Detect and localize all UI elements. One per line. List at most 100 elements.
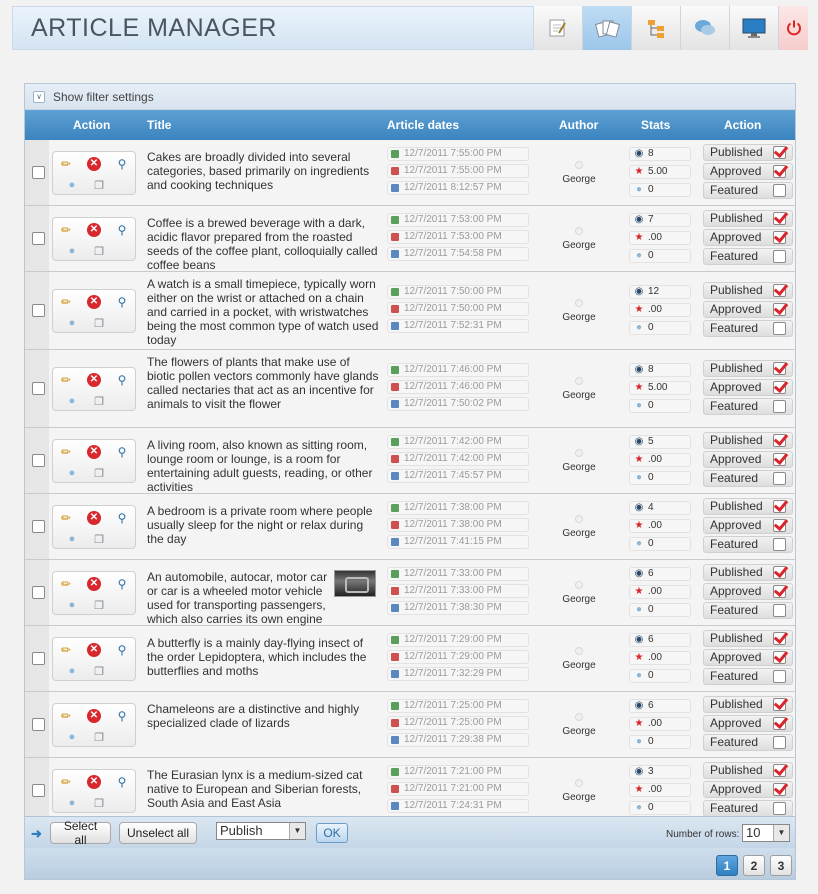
power-icon[interactable] [778, 6, 808, 50]
row-select-checkbox[interactable] [32, 381, 45, 395]
published-toggle[interactable]: Published [703, 564, 793, 581]
row-select-checkbox[interactable] [32, 303, 45, 317]
filter-toggle[interactable]: ∨ Show filter settings [25, 84, 795, 110]
published-checkbox[interactable] [773, 500, 786, 513]
approved-toggle[interactable]: Approved [703, 379, 793, 396]
featured-checkbox[interactable] [773, 670, 786, 683]
featured-checkbox[interactable] [773, 250, 786, 263]
delete-icon[interactable]: ✕ [85, 707, 103, 725]
featured-toggle[interactable]: Featured [703, 320, 793, 337]
row-select-checkbox[interactable] [32, 519, 45, 533]
copy-icon[interactable]: ❐ [90, 392, 108, 410]
published-checkbox[interactable] [773, 434, 786, 447]
featured-checkbox[interactable] [773, 604, 786, 617]
comment-icon[interactable]: ● [63, 314, 81, 332]
delete-icon[interactable]: ✕ [85, 773, 103, 791]
comment-icon[interactable]: ● [63, 176, 81, 194]
preview-icon[interactable]: ⚲ [113, 155, 131, 173]
comment-icon[interactable]: ● [63, 530, 81, 548]
approved-toggle[interactable]: Approved [703, 517, 793, 534]
approved-checkbox[interactable] [773, 231, 786, 244]
page-1-button[interactable]: 1 [716, 855, 738, 876]
articles-icon[interactable] [582, 6, 631, 50]
copy-icon[interactable]: ❐ [90, 728, 108, 746]
approved-toggle[interactable]: Approved [703, 781, 793, 798]
published-toggle[interactable]: Published [703, 210, 793, 227]
preview-icon[interactable]: ⚲ [113, 575, 131, 593]
ok-button[interactable]: OK [316, 823, 348, 843]
featured-toggle[interactable]: Featured [703, 182, 793, 199]
published-toggle[interactable]: Published [703, 360, 793, 377]
comment-icon[interactable]: ● [63, 728, 81, 746]
edit-icon[interactable]: ✏ [57, 155, 75, 173]
comment-icon[interactable]: ● [63, 662, 81, 680]
published-toggle[interactable]: Published [703, 762, 793, 779]
approved-toggle[interactable]: Approved [703, 163, 793, 180]
approved-checkbox[interactable] [773, 381, 786, 394]
published-checkbox[interactable] [773, 764, 786, 777]
featured-checkbox[interactable] [773, 184, 786, 197]
row-select-checkbox[interactable] [32, 717, 45, 731]
approved-checkbox[interactable] [773, 165, 786, 178]
preview-icon[interactable]: ⚲ [113, 707, 131, 725]
copy-icon[interactable]: ❐ [90, 242, 108, 260]
row-select-checkbox[interactable] [32, 651, 45, 665]
featured-toggle[interactable]: Featured [703, 536, 793, 553]
published-toggle[interactable]: Published [703, 432, 793, 449]
preview-icon[interactable]: ⚲ [113, 443, 131, 461]
edit-icon[interactable]: ✏ [57, 509, 75, 527]
featured-toggle[interactable]: Featured [703, 800, 793, 817]
page-3-button[interactable]: 3 [770, 855, 792, 876]
featured-toggle[interactable]: Featured [703, 248, 793, 265]
featured-toggle[interactable]: Featured [703, 668, 793, 685]
featured-toggle[interactable]: Featured [703, 398, 793, 415]
featured-checkbox[interactable] [773, 322, 786, 335]
featured-toggle[interactable]: Featured [703, 734, 793, 751]
published-toggle[interactable]: Published [703, 144, 793, 161]
monitor-icon[interactable] [729, 6, 778, 50]
comment-icon[interactable]: ● [63, 464, 81, 482]
comment-icon[interactable]: ● [63, 242, 81, 260]
delete-icon[interactable]: ✕ [85, 155, 103, 173]
featured-checkbox[interactable] [773, 736, 786, 749]
delete-icon[interactable]: ✕ [85, 371, 103, 389]
delete-icon[interactable]: ✕ [85, 641, 103, 659]
featured-checkbox[interactable] [773, 802, 786, 815]
categories-icon[interactable] [631, 6, 680, 50]
approved-checkbox[interactable] [773, 519, 786, 532]
row-select-checkbox[interactable] [32, 453, 45, 467]
edit-icon[interactable]: ✏ [57, 293, 75, 311]
featured-toggle[interactable]: Featured [703, 470, 793, 487]
published-toggle[interactable]: Published [703, 282, 793, 299]
published-checkbox[interactable] [773, 632, 786, 645]
approved-checkbox[interactable] [773, 453, 786, 466]
approved-toggle[interactable]: Approved [703, 301, 793, 318]
copy-icon[interactable]: ❐ [90, 314, 108, 332]
bulk-action-select[interactable]: Publish ▼ [216, 822, 306, 840]
select-all-button[interactable]: Select all [50, 819, 111, 847]
approved-checkbox[interactable] [773, 303, 786, 316]
preview-icon[interactable]: ⚲ [113, 773, 131, 791]
copy-icon[interactable]: ❐ [90, 794, 108, 812]
edit-icon[interactable]: ✏ [57, 371, 75, 389]
delete-icon[interactable]: ✕ [85, 293, 103, 311]
approved-toggle[interactable]: Approved [703, 583, 793, 600]
published-checkbox[interactable] [773, 362, 786, 375]
row-select-checkbox[interactable] [32, 231, 45, 245]
comment-icon[interactable]: ● [63, 794, 81, 812]
approved-checkbox[interactable] [773, 651, 786, 664]
edit-icon[interactable]: ✏ [57, 773, 75, 791]
row-select-checkbox[interactable] [32, 585, 45, 599]
published-checkbox[interactable] [773, 566, 786, 579]
article-thumbnail[interactable] [334, 570, 376, 597]
page-2-button[interactable]: 2 [743, 855, 765, 876]
copy-icon[interactable]: ❐ [90, 176, 108, 194]
published-checkbox[interactable] [773, 212, 786, 225]
preview-icon[interactable]: ⚲ [113, 221, 131, 239]
published-toggle[interactable]: Published [703, 696, 793, 713]
published-toggle[interactable]: Published [703, 630, 793, 647]
preview-icon[interactable]: ⚲ [113, 509, 131, 527]
edit-icon[interactable]: ✏ [57, 221, 75, 239]
published-checkbox[interactable] [773, 698, 786, 711]
comments-icon[interactable] [680, 6, 729, 50]
